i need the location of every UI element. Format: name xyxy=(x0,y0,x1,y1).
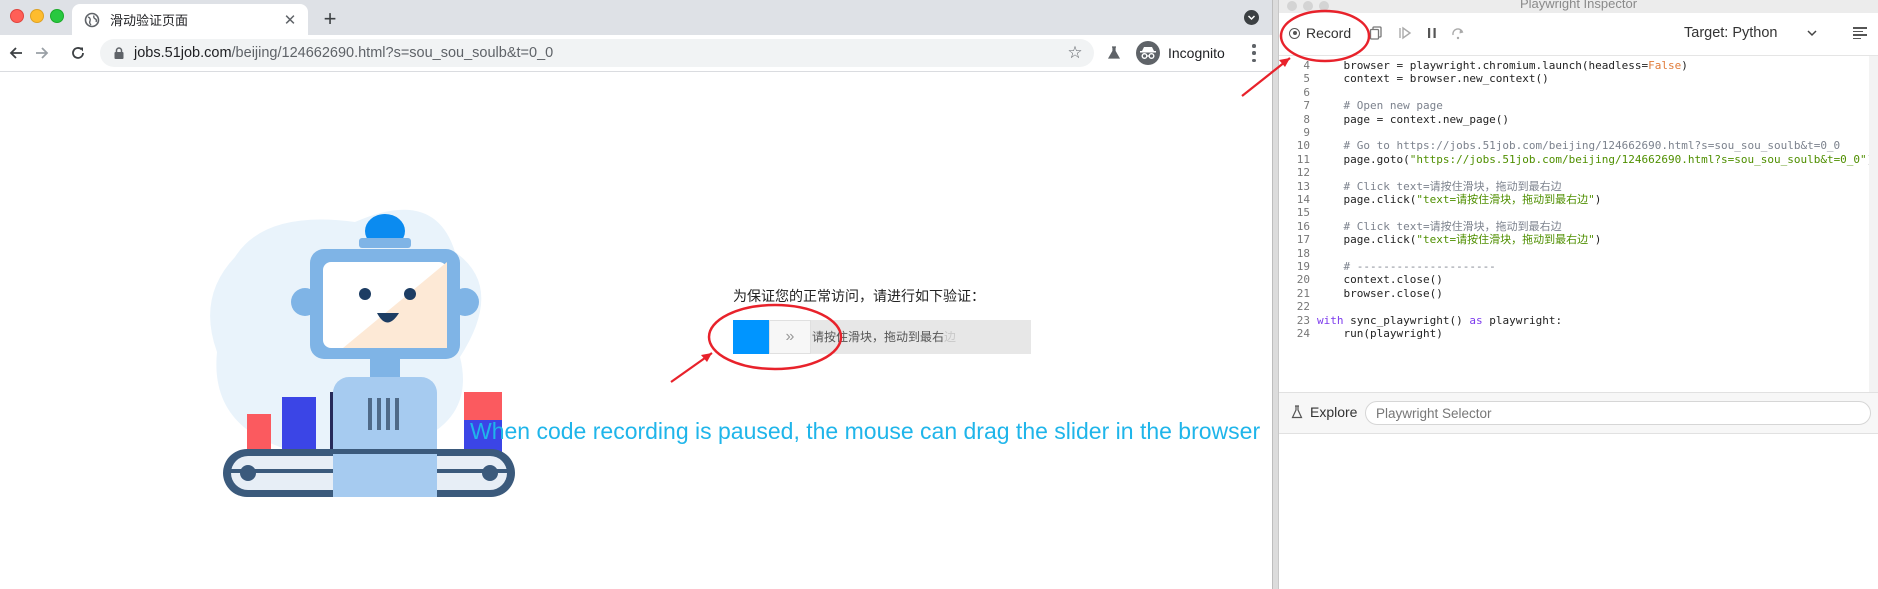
tab-title: 滑动验证页面 xyxy=(110,13,189,28)
code-line[interactable]: 24 run(playwright) xyxy=(1279,326,1869,342)
lock-icon[interactable] xyxy=(112,46,126,60)
line-number: 24 xyxy=(1296,327,1310,340)
browser-tab[interactable]: 滑动验证页面 ✕ xyxy=(72,4,308,35)
code-scrollbar[interactable] xyxy=(1869,56,1878,392)
tab-close-icon[interactable]: ✕ xyxy=(282,12,298,29)
tab-search-icon[interactable] xyxy=(1244,10,1259,25)
annotation-caption: When code recording is paused, the mouse… xyxy=(470,418,1261,444)
url-domain: jobs.51job.com xyxy=(134,45,232,61)
step-over-icon[interactable] xyxy=(1450,25,1466,41)
slider-hint: 请按住滑块，拖动到最右边 xyxy=(812,328,956,345)
resume-icon[interactable] xyxy=(1397,25,1413,41)
target-value: Python xyxy=(1732,25,1778,41)
flask-icon xyxy=(1291,405,1303,419)
globe-icon xyxy=(84,12,100,28)
wrap-lines-icon[interactable] xyxy=(1853,27,1867,39)
record-icon xyxy=(1289,27,1300,39)
zoom-window-button[interactable] xyxy=(50,9,64,23)
pause-icon[interactable] xyxy=(1424,25,1440,41)
page-content: 为保证您的正常访问，请进行如下验证： » 请按住滑块，拖动到最右边 When c… xyxy=(0,72,1272,589)
minimize-window-button[interactable] xyxy=(30,9,44,23)
back-arrow-icon[interactable] xyxy=(4,41,28,65)
inspector-titlebar: Playwright Inspector xyxy=(1279,0,1878,13)
close-window-button[interactable] xyxy=(10,9,24,23)
url-text[interactable]: jobs.51job.com/beijing/124662690.html?s=… xyxy=(134,45,1066,61)
browser-toolbar: jobs.51job.com/beijing/124662690.html?s=… xyxy=(0,35,1272,72)
chevron-down-icon xyxy=(1806,27,1818,39)
reload-icon[interactable] xyxy=(66,41,90,65)
target-label: Target: xyxy=(1684,25,1729,41)
window-divider xyxy=(1272,0,1279,589)
explore-bar: Explore xyxy=(1279,392,1878,434)
record-label: Record xyxy=(1306,25,1352,41)
copy-icon[interactable] xyxy=(1368,25,1384,41)
slider-handle[interactable] xyxy=(733,320,769,354)
new-tab-button[interactable]: + xyxy=(318,6,342,31)
tab-strip: 滑动验证页面 ✕ + xyxy=(0,0,1272,35)
code-text: run(playwright) xyxy=(1317,327,1443,340)
explore-label: Explore xyxy=(1310,404,1358,420)
inspector-title: Playwright Inspector xyxy=(1519,0,1638,11)
inspector-toolbar: Record Target: Python xyxy=(1279,13,1878,56)
forward-arrow-icon[interactable] xyxy=(30,41,54,65)
incognito-profile-button[interactable]: Incognito xyxy=(1132,38,1232,68)
code-editor[interactable]: 4 browser = playwright.chromium.launch(h… xyxy=(1279,56,1869,392)
url-path: /beijing/124662690.html?s=sou_sou_soulb&… xyxy=(231,45,554,61)
browser-menu-icon[interactable] xyxy=(1246,44,1262,62)
browser-window: 滑动验证页面 ✕ + jobs.51job.com/beijing/124662… xyxy=(0,0,1272,589)
playwright-inspector: Playwright Inspector Record Target: Pyth… xyxy=(1279,0,1878,589)
explore-button[interactable]: Explore xyxy=(1291,404,1357,420)
incognito-label: Incognito xyxy=(1168,45,1225,61)
record-button[interactable]: Record xyxy=(1289,21,1351,45)
robot-illustration xyxy=(210,209,515,497)
slider-hint-fade: 边 xyxy=(944,330,957,344)
playwright-selector-input[interactable] xyxy=(1365,401,1871,425)
incognito-icon xyxy=(1136,41,1160,65)
target-language-select[interactable]: Target: Python xyxy=(1684,25,1818,41)
bookmark-star-icon[interactable]: ☆ xyxy=(1066,43,1084,62)
address-bar[interactable]: jobs.51job.com/beijing/124662690.html?s=… xyxy=(100,39,1094,67)
slider-hint-text: 请按住滑块，拖动到最右 xyxy=(812,330,945,344)
slider-arrows-icon[interactable]: » xyxy=(769,320,811,354)
labs-flask-icon[interactable] xyxy=(1106,45,1122,61)
verify-prompt: 为保证您的正常访问，请进行如下验证： xyxy=(733,289,985,305)
